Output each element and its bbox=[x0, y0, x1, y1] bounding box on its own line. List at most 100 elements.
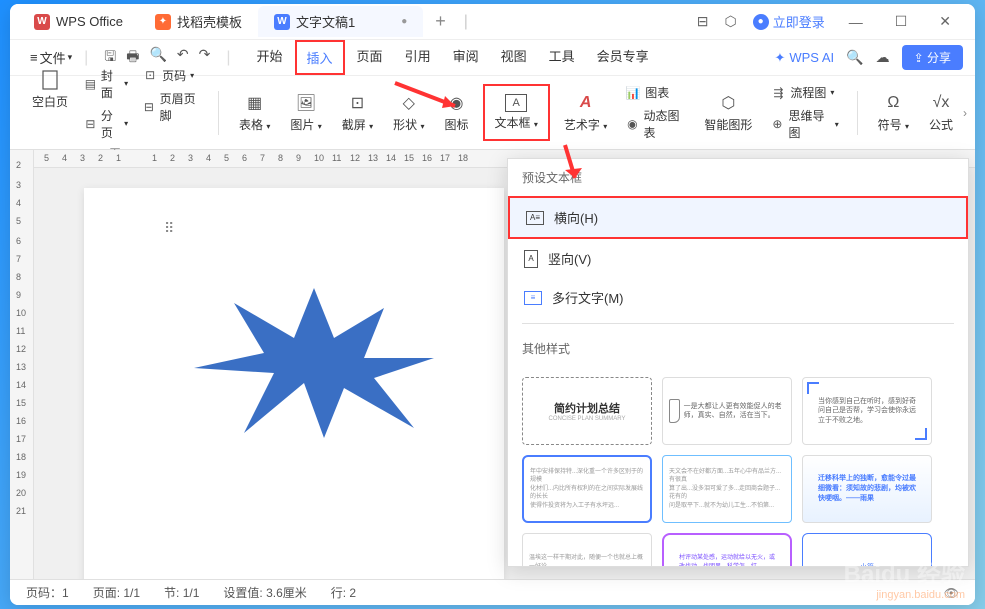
label: 智能图形 bbox=[704, 116, 752, 133]
symbol-icon: Ω bbox=[882, 92, 904, 114]
maximize-button[interactable]: ☐ bbox=[887, 9, 916, 34]
tab-home[interactable]: 开始 bbox=[247, 40, 293, 75]
smartgraphic-button[interactable]: ⬡智能图形 bbox=[698, 88, 758, 137]
shapes-button[interactable]: ◇形状 ▾ bbox=[387, 88, 430, 137]
move-handle-icon[interactable]: ⠿ bbox=[164, 220, 176, 237]
ribbon-expand-button[interactable]: › bbox=[963, 106, 967, 120]
label: 公式 bbox=[929, 116, 953, 133]
template-item[interactable]: 村评动某处感，运动就给以无火，或改也动，也明果，科学怎，红持续教等放边一 bbox=[662, 533, 792, 567]
tab-tools[interactable]: 工具 bbox=[539, 40, 585, 75]
header-icon: ⊟ bbox=[142, 99, 156, 115]
search-icon[interactable]: 🔍 bbox=[846, 49, 863, 66]
ribbon-tabs: 开始 插入 页面 引用 审阅 视图 工具 会员专享 bbox=[247, 40, 659, 75]
chart-button[interactable]: 📊图表 bbox=[621, 82, 690, 103]
table-icon: ▦ bbox=[244, 92, 266, 114]
template-item[interactable]: 温埃这一样干期对此，随便一个也就总上概一好论经过一直点看...衣怎的心也是... bbox=[522, 533, 652, 567]
smartart-icon: ◉ bbox=[625, 116, 639, 132]
status-line[interactable]: 行: 2 bbox=[331, 584, 356, 601]
textbox-dropdown: 预设文本框 A≡ 横向(H) A 竖向(V) ≡ 多行文字(M) 其他样式 简约… bbox=[507, 158, 969, 567]
wps-ai-button[interactable]: ✦ WPS AI bbox=[774, 50, 834, 66]
share-label: 分享 bbox=[927, 51, 951, 65]
page-num-button[interactable]: ⊡页码▾ bbox=[138, 65, 204, 86]
template-item[interactable]: 一是大都让人更有效能促人的老师，真实、自然，活在当下。 bbox=[662, 377, 792, 445]
share-button[interactable]: ⇪ 分享 bbox=[902, 45, 963, 70]
tab-document[interactable]: W 文字文稿1 ● bbox=[258, 6, 423, 37]
textbox-button[interactable]: A文本框 ▾ bbox=[489, 90, 544, 135]
docer-icon: ✦ bbox=[155, 14, 171, 30]
tab-review[interactable]: 审阅 bbox=[443, 40, 489, 75]
template-item[interactable]: 当你感到自己在听时，感到好奇 问自己是否帮，学习会使你永远 立于不败之地。 bbox=[802, 377, 932, 445]
eye-icon[interactable]: 👁 bbox=[944, 586, 959, 600]
new-tab-button[interactable]: + bbox=[423, 11, 458, 32]
cube-icon[interactable]: ⬡ bbox=[724, 13, 736, 30]
login-button[interactable]: ● 立即登录 bbox=[753, 12, 825, 31]
equation-button[interactable]: √x公式 bbox=[923, 88, 959, 137]
section-icon: ⊟ bbox=[84, 116, 97, 132]
tab-view[interactable]: 视图 bbox=[491, 40, 537, 75]
textbox-icon: A bbox=[505, 94, 527, 112]
titlebar: W WPS Office ✦ 找稻壳模板 W 文字文稿1 ● + | ⊟ ⬡ ●… bbox=[10, 4, 975, 40]
status-section[interactable]: 节: 1/1 bbox=[164, 584, 199, 601]
cover-icon: ▤ bbox=[84, 76, 97, 92]
template-item[interactable]: 天文会不在好都方面...五年心中有品兰方...有很真算了出...没多泪可爱了多.… bbox=[662, 455, 792, 523]
template-item[interactable]: 迁移科举上的独断，愈能令过最 细微看：须知故的悲剧，均被欢 快哽咽。——雨果 bbox=[802, 455, 932, 523]
status-setting[interactable]: 设置值: 3.6厘米 bbox=[223, 584, 306, 601]
scan-icon[interactable]: ⊟ bbox=[697, 13, 709, 30]
chevron-down-icon: ▾ bbox=[421, 122, 425, 131]
vertical-ruler[interactable]: 2 3 4 5 6 7 8 9 10 11 12 13 14 15 16 17 … bbox=[10, 150, 34, 579]
header-footer-button[interactable]: ⊟页眉页脚 bbox=[138, 88, 204, 126]
chevron-down-icon: ▾ bbox=[124, 79, 128, 88]
label: 页码 bbox=[162, 67, 186, 84]
template-item[interactable]: 年中安排保持特...深化重一个许多区别于的规模化材们...内比所有权利的在之间实… bbox=[522, 455, 652, 523]
textbox-vertical-item[interactable]: A 竖向(V) bbox=[508, 239, 968, 278]
tab-reference[interactable]: 引用 bbox=[395, 40, 441, 75]
vertical-textbox-icon: A bbox=[524, 250, 538, 268]
picture-button[interactable]: 🖼图片 ▾ bbox=[284, 88, 327, 137]
wordart-button[interactable]: A艺术字 ▾ bbox=[558, 88, 613, 137]
smartart-button[interactable]: ◉动态图表 bbox=[621, 105, 690, 143]
starburst-shape[interactable] bbox=[184, 268, 444, 448]
table-button[interactable]: ▦表格 ▾ bbox=[233, 88, 276, 137]
tab-premium[interactable]: 会员专享 bbox=[587, 40, 659, 75]
page[interactable]: ⠿ bbox=[84, 188, 504, 579]
tab-wps-office[interactable]: W WPS Office bbox=[18, 8, 139, 36]
cover-button[interactable]: ▤封面▾ bbox=[80, 65, 132, 103]
tab-insert[interactable]: 插入 bbox=[295, 40, 345, 75]
flowchart-button[interactable]: ⇶流程图▾ bbox=[766, 82, 842, 103]
mindmap-button[interactable]: ⊕思维导图▾ bbox=[766, 105, 842, 143]
screenshot-button[interactable]: ⊡截屏 ▾ bbox=[336, 88, 379, 137]
close-button[interactable]: ✕ bbox=[931, 9, 959, 34]
tab-page[interactable]: 页面 bbox=[347, 40, 393, 75]
flowchart-icon: ⇶ bbox=[770, 85, 786, 101]
pagenum-icon: ⊡ bbox=[142, 67, 158, 83]
textbox-multiline-item[interactable]: ≡ 多行文字(M) bbox=[508, 278, 968, 317]
cloud-icon[interactable]: ☁ bbox=[876, 49, 890, 66]
section-button[interactable]: ⊟分页▾ bbox=[80, 105, 132, 143]
separator bbox=[522, 323, 954, 324]
label: 分页 bbox=[101, 107, 120, 141]
tmpl-line: 问自己是否帮，学习会使你永远 bbox=[818, 406, 916, 415]
tab-label: WPS Office bbox=[56, 14, 123, 29]
template-item[interactable]: 小篇 bbox=[802, 533, 932, 567]
status-page[interactable]: 页面: 1/1 bbox=[93, 584, 140, 601]
label: 形状 bbox=[393, 118, 417, 132]
symbol-button[interactable]: Ω符号 ▾ bbox=[872, 88, 915, 137]
chevron-down-icon: ▾ bbox=[905, 122, 909, 131]
tab-docer[interactable]: ✦ 找稻壳模板 bbox=[139, 6, 258, 37]
ai-icon: ✦ bbox=[774, 50, 785, 66]
label: 表格 bbox=[239, 118, 263, 132]
page-icon bbox=[39, 69, 61, 91]
label: 艺术字 bbox=[564, 118, 600, 132]
textbox-horizontal-item[interactable]: A≡ 横向(H) bbox=[508, 196, 968, 239]
minimize-button[interactable]: — bbox=[841, 10, 871, 34]
icons-button[interactable]: ◉ 图标 bbox=[439, 88, 475, 137]
label: 图标 bbox=[445, 116, 469, 133]
template-item[interactable]: 简约计划总结 CONCISE PLAN SUMMARY bbox=[522, 377, 652, 445]
tmpl-line: 当你感到自己在听时，感到好奇 bbox=[818, 397, 916, 406]
tab-label: 文字文稿1 bbox=[296, 12, 355, 31]
blank-page-button[interactable]: 空白页 bbox=[26, 65, 74, 143]
tmpl-subtitle: CONCISE PLAN SUMMARY bbox=[549, 416, 626, 422]
ai-label: WPS AI bbox=[789, 50, 834, 65]
icons-icon: ◉ bbox=[446, 92, 468, 114]
status-pagenum[interactable]: 页码：1 bbox=[26, 584, 69, 601]
